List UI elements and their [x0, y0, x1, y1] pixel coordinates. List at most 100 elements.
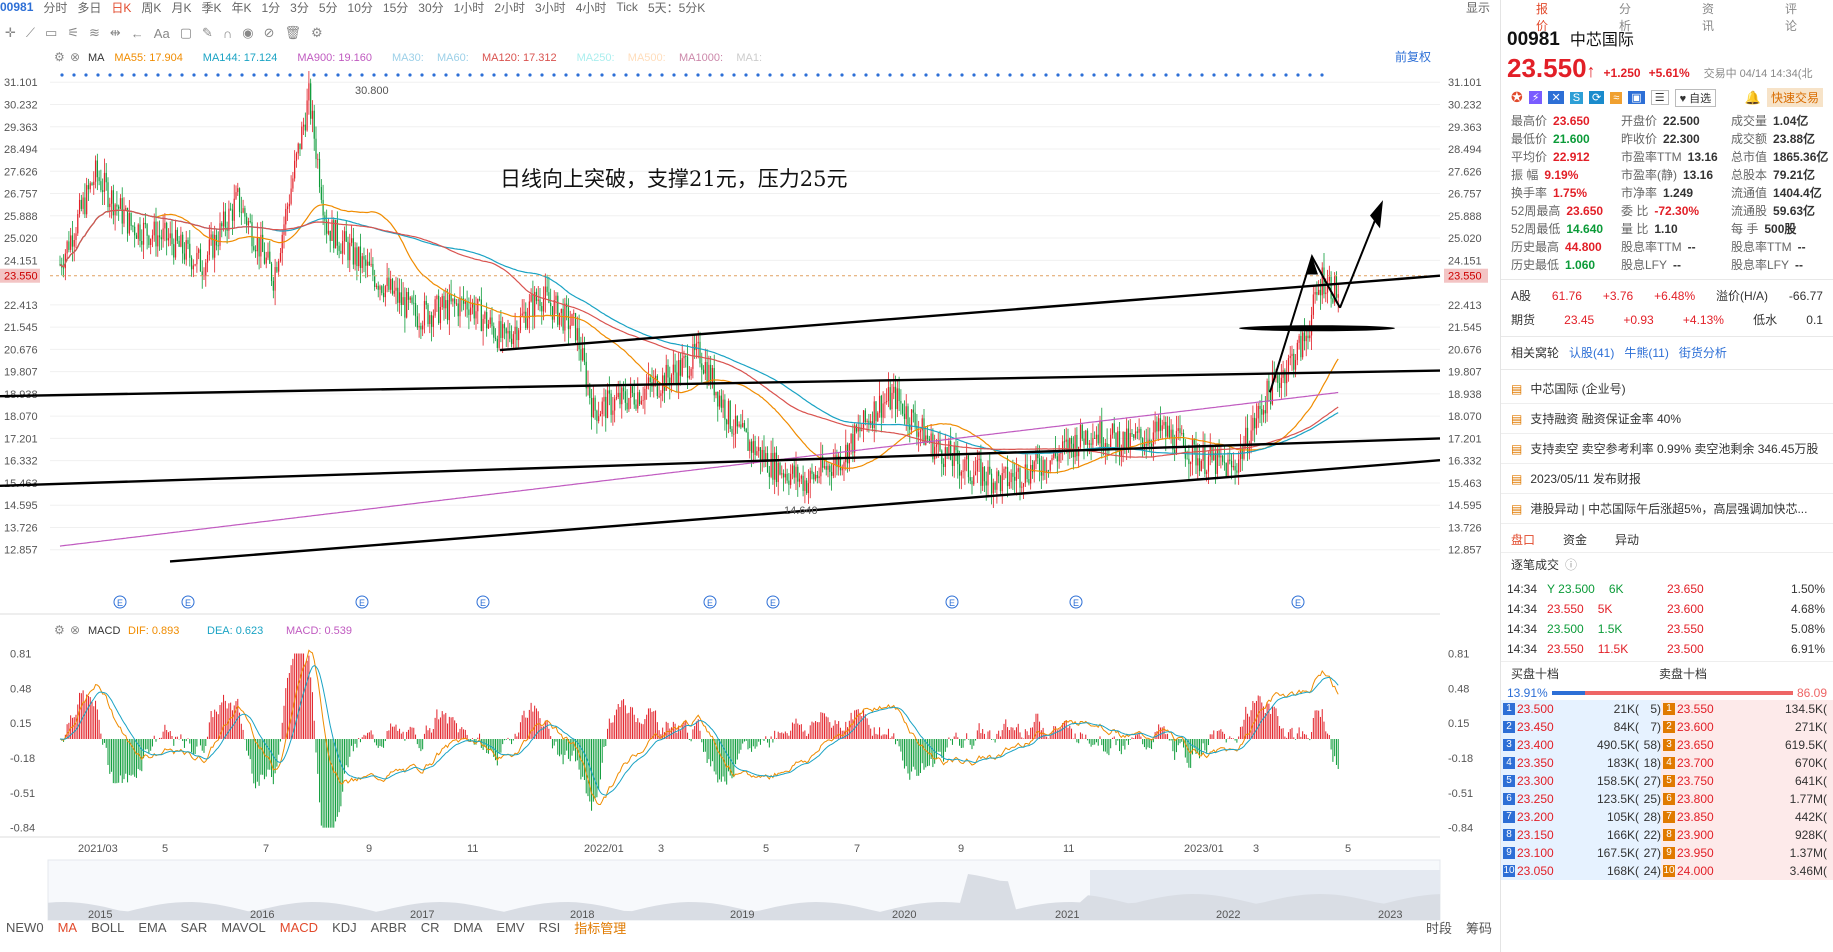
share-icon[interactable]: ✕ — [1548, 91, 1564, 104]
info-icon[interactable]: ⓘ — [1565, 557, 1577, 573]
bottom-right-tab[interactable]: 筹码 — [1466, 918, 1492, 937]
top-stock-code[interactable]: 00981 — [0, 0, 33, 14]
period-tab[interactable]: 3分 — [290, 0, 309, 15]
crosshair-icon[interactable]: ✛ — [5, 25, 16, 41]
indicator-manage-button[interactable]: 指标管理 — [574, 918, 626, 937]
news-item[interactable]: ▤ 支持卖空 卖空参考利率 0.99% 卖空池剩余 346.45万股 — [1501, 434, 1833, 464]
warrant-link[interactable]: 认股(41) — [1569, 345, 1614, 361]
ma-legend[interactable]: MA55: 17.904 — [114, 52, 182, 64]
indicator-tab[interactable]: EMV — [496, 920, 524, 935]
settings-icon[interactable]: ⚙ — [311, 25, 323, 41]
magnet-icon[interactable]: ∩ — [223, 26, 232, 41]
restore-mode[interactable]: 前复权 — [1395, 49, 1431, 64]
period-tab[interactable]: 日K — [111, 0, 131, 15]
ma-legend[interactable]: MA — [88, 52, 105, 64]
lock-icon[interactable]: ⊘ — [264, 25, 275, 41]
period-tab[interactable]: 分时 — [43, 0, 67, 15]
ma-legend[interactable]: MA1: — [736, 52, 762, 64]
warrant-link[interactable]: 街货分析 — [1679, 345, 1727, 361]
indicator-tab[interactable]: CR — [421, 920, 440, 935]
text-tool-icon[interactable]: Aa — [154, 26, 170, 41]
a-share-row[interactable]: A股 61.76 +3.76 +6.48% 溢价(H/A) -66.77 — [1501, 284, 1833, 308]
period-tab[interactable]: 5天：5分K — [648, 0, 705, 15]
channel-tool-icon[interactable]: ≋ — [89, 25, 100, 41]
macd-close-icon[interactable]: ⊗ — [70, 623, 80, 637]
indicator-tab[interactable]: BOLL — [91, 920, 124, 935]
settings-icon[interactable]: ⚙ — [54, 50, 65, 64]
indicator-tab[interactable]: MA — [58, 920, 78, 935]
quote-tab[interactable]: 评论 — [1785, 0, 1798, 33]
ma-legend[interactable]: MA900: 19.160 — [297, 52, 372, 64]
display-menu[interactable]: 显示 — [1466, 0, 1490, 15]
period-tab[interactable]: 1分 — [261, 0, 280, 15]
period-tab[interactable]: 2小时 — [494, 0, 525, 15]
period-tab[interactable]: 年K — [231, 0, 251, 15]
tag-icon[interactable]: ⚡ — [1528, 91, 1543, 104]
bookmark-icon[interactable]: ▣ — [1628, 91, 1645, 104]
futures-row[interactable]: 期货 23.45 +0.93 +4.13% 低水 0.1 — [1501, 308, 1833, 332]
close-icon[interactable]: ⊗ — [70, 50, 80, 64]
indicator-tab[interactable]: RSI — [539, 920, 561, 935]
period-tab[interactable]: 月K — [171, 0, 191, 15]
ma-legend[interactable]: MA250: — [577, 52, 615, 64]
ma-legend[interactable]: MA144: 17.124 — [203, 52, 278, 64]
kline-svg[interactable]: 31.101 31.101 30.232 30.232 29.363 29.363 28.4… — [0, 44, 1500, 924]
period-tab[interactable]: 5分 — [319, 0, 338, 15]
ma-legend[interactable]: MA120: 17.312 — [482, 52, 557, 64]
period-tab[interactable]: 多日 — [77, 0, 101, 15]
period-tab[interactable]: 30分 — [418, 0, 443, 15]
kline-chart-area[interactable]: 31.101 31.101 30.232 30.232 29.363 29.363 28.4… — [0, 44, 1500, 924]
period-tab[interactable]: Tick — [616, 0, 638, 14]
quote-tab[interactable]: 资讯 — [1702, 0, 1715, 33]
indicator-tab[interactable]: MACD — [280, 920, 318, 935]
period-tab[interactable]: 3小时 — [535, 0, 566, 15]
measure-tool-icon[interactable]: ⇹ — [110, 25, 121, 41]
news-item[interactable]: ▤ 港股异动 | 中芯国际午后涨超5%，高层强调加快芯... — [1501, 494, 1833, 524]
indicator-tab[interactable]: DMA — [454, 920, 483, 935]
period-tab[interactable]: 10分 — [348, 0, 373, 15]
orderbook-tab[interactable]: 盘口 — [1511, 532, 1535, 548]
quote-tab[interactable]: 报价 — [1536, 0, 1549, 33]
news-item[interactable]: ▤ 支持融资 融资保证金率 40% — [1501, 404, 1833, 434]
indicator-tab[interactable]: ARBR — [371, 920, 407, 935]
indicator-tab[interactable]: NEW0 — [6, 920, 44, 935]
macd-settings-icon[interactable]: ⚙ — [54, 623, 65, 637]
bell-icon[interactable]: 🔔 — [1745, 90, 1761, 106]
period-tab[interactable]: 周K — [141, 0, 161, 15]
indicator-tab[interactable]: KDJ — [332, 920, 357, 935]
macd-legend[interactable]: DIF: 0.893 — [128, 625, 179, 637]
eye-icon[interactable]: ◉ — [242, 25, 253, 41]
undo-icon[interactable]: ← — [131, 26, 144, 41]
indicator-tab[interactable]: SAR — [180, 920, 207, 935]
pen-icon[interactable]: ✎ — [202, 25, 213, 41]
ma-legend[interactable]: MA30: — [392, 52, 424, 64]
period-tab[interactable]: 季K — [201, 0, 221, 15]
orderbook-tab[interactable]: 异动 — [1615, 532, 1639, 548]
indicator-tab[interactable]: MAVOL — [221, 920, 266, 935]
macd-legend[interactable]: MACD: 0.539 — [286, 625, 352, 637]
news-item[interactable]: ▤ 中芯国际 (企业号) — [1501, 374, 1833, 404]
ma-legend[interactable]: MA60: — [437, 52, 469, 64]
rect-tool-icon[interactable]: ▭ — [45, 25, 57, 41]
fib-tool-icon[interactable]: ⚟ — [67, 25, 79, 41]
comment-icon[interactable]: ▢ — [180, 25, 192, 41]
indicator-tab[interactable]: EMA — [138, 920, 166, 935]
period-tab[interactable]: 4小时 — [576, 0, 607, 15]
fast-trade-button[interactable]: 快速交易 — [1766, 88, 1823, 107]
watchlist-button[interactable]: ♥ 自选 — [1674, 88, 1717, 107]
orderbook-tab[interactable]: 资金 — [1563, 532, 1587, 548]
warrant-link[interactable]: 牛熊(11) — [1624, 345, 1668, 361]
star-icon[interactable]: ✪ — [1511, 89, 1523, 106]
ma-legend[interactable]: MA500: — [628, 52, 666, 64]
dollar-icon[interactable]: S — [1569, 91, 1584, 104]
news-item[interactable]: ▤ 2023/05/11 发布财报 — [1501, 464, 1833, 494]
bottom-right-tab[interactable]: 时段 — [1426, 918, 1452, 937]
macd-legend[interactable]: DEA: 0.623 — [207, 625, 263, 637]
alert-icon[interactable]: ≈ — [1610, 91, 1623, 104]
period-tab[interactable]: 15分 — [383, 0, 408, 15]
ma-legend[interactable]: MA1000: — [679, 52, 723, 64]
note-icon[interactable]: ☰ — [1650, 90, 1669, 105]
macd-legend[interactable]: MACD — [88, 625, 120, 637]
loop-icon[interactable]: ⟳ — [1589, 91, 1605, 104]
quote-tab[interactable]: 分析 — [1619, 0, 1632, 33]
